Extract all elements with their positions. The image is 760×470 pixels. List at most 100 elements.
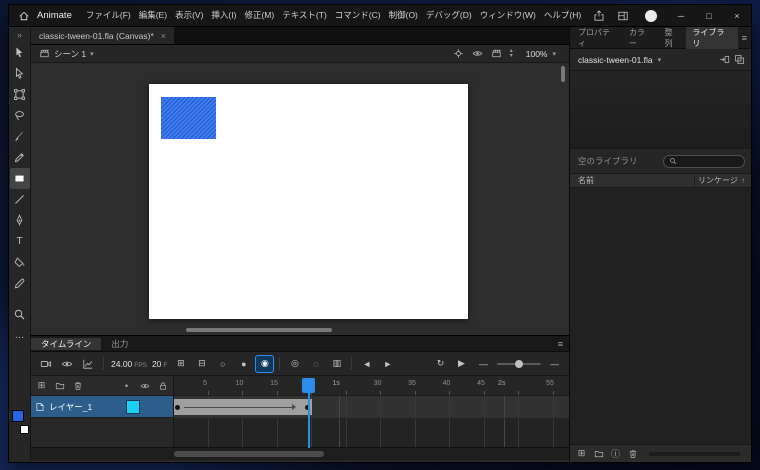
tab-timeline[interactable]: タイムライン [31,338,101,350]
text-tool[interactable]: T [10,231,30,252]
stepper-down-icon[interactable]: ▾ [510,54,513,59]
maximize-button[interactable]: □ [695,5,723,26]
timeline-zoom-slider[interactable] [497,363,541,365]
insert-blank-keyframe-button[interactable]: ○ [214,356,231,372]
stage-h-scrollbar[interactable] [186,328,332,332]
minimize-button[interactable]: ─ [667,5,695,26]
timeline-zoom-in-button[interactable]: — [546,356,563,372]
stage-area[interactable] [31,63,569,335]
rectangle-tool[interactable] [10,168,30,189]
frame-rate-display[interactable]: 24.00 FPS [111,359,147,369]
panel-menu-icon[interactable]: ≡ [738,27,751,48]
delete-layer-button[interactable] [71,381,84,391]
classic-tween-span[interactable] [174,399,312,415]
delete-item-button[interactable] [626,449,639,459]
pin-library-icon[interactable] [719,54,730,65]
prev-keyframe-button[interactable]: ◄ [358,356,375,372]
current-frame-display[interactable]: 20 F [152,359,167,369]
zoom-stepper[interactable]: ▴ ▾ [510,49,513,58]
stroke-color-swatch[interactable] [20,425,29,434]
zoom-level-select[interactable]: 100% ▾ [521,48,561,60]
remove-frame-button[interactable]: ⊟ [193,356,210,372]
auto-keyframe-button[interactable]: ◉ [256,356,273,372]
menu-item-7[interactable]: コマンド(C) [331,5,385,26]
clip-content-icon[interactable] [491,48,502,59]
center-stage-icon[interactable] [453,48,464,59]
show-layers-icon[interactable] [58,356,75,372]
home-icon[interactable] [15,10,33,22]
stage-rectangle[interactable] [161,97,216,139]
new-folder-button[interactable] [53,381,66,391]
close-button[interactable]: × [723,5,751,26]
highlight-column-icon[interactable]: • [120,381,133,391]
timeline-zoom-out-button[interactable]: — [475,356,492,372]
menu-item-3[interactable]: 表示(V) [171,5,207,26]
stage[interactable] [149,84,468,319]
layer-outline-color-swatch[interactable] [127,401,139,413]
onion-skin-outline-button[interactable]: ◌ [307,356,324,372]
play-button[interactable]: ▶ [453,356,470,372]
camera-icon[interactable] [37,356,54,372]
graph-editor-icon[interactable] [79,356,96,372]
panel-menu-icon[interactable]: ≡ [552,336,569,351]
subselection-tool[interactable] [10,63,30,84]
paint-bucket-tool[interactable] [10,252,30,273]
lock-column-icon[interactable] [156,381,169,391]
library-search-input[interactable] [663,155,745,168]
menu-item-6[interactable]: テキスト(T) [278,5,331,26]
close-tab-icon[interactable]: × [161,31,166,41]
library-items-list[interactable] [570,188,752,444]
loop-button[interactable]: ↻ [432,356,449,372]
column-divider[interactable] [694,175,695,186]
new-layer-button[interactable]: ⊞ [35,380,48,391]
tab-output[interactable]: 出力 [101,338,138,350]
collapse-panel-icon[interactable]: » [17,29,22,41]
column-linkage[interactable]: リンケージ [698,175,738,186]
menu-item-8[interactable]: 制御(O) [385,5,422,26]
fill-color-swatch[interactable] [12,410,24,422]
library-document-select[interactable]: classic-tween-01.fla ▾ [570,49,752,71]
layer-name[interactable]: レイヤー_1 [49,401,92,413]
column-name[interactable]: 名前 [578,175,690,186]
zoom-tool[interactable] [10,304,30,325]
keyframe-dot[interactable] [175,405,180,410]
document-tab[interactable]: classic-tween-01.fla (Canvas)* × [31,27,174,44]
menu-item-10[interactable]: ウィンドウ(W) [476,5,540,26]
timeline-h-scrollbar[interactable] [31,447,569,460]
share-icon[interactable] [587,10,611,22]
workspace-icon[interactable] [611,10,635,22]
line-tool[interactable] [10,189,30,210]
tab-color[interactable]: カラー [623,27,659,49]
pencil-tool[interactable] [10,147,30,168]
menu-item-5[interactable]: 修正(M) [240,5,278,26]
eyedropper-tool[interactable] [10,273,30,294]
onion-skin-button[interactable]: ◎ [286,356,303,372]
menu-item-2[interactable]: 編集(E) [135,5,171,26]
account-avatar[interactable] [645,10,657,22]
menu-item-4[interactable]: 挿入(I) [207,5,240,26]
pen-tool[interactable] [10,210,30,231]
insert-keyframe-button[interactable]: ● [235,356,252,372]
tab-library[interactable]: ライブラリ [686,27,737,49]
layer-track[interactable] [174,396,569,418]
new-symbol-button[interactable]: ⊞ [575,448,588,459]
free-transform-tool[interactable] [10,84,30,105]
new-folder-button[interactable] [592,449,605,459]
menu-item-1[interactable]: ファイル(F) [82,5,135,26]
selection-tool[interactable] [10,42,30,63]
visibility-column-icon[interactable] [138,381,151,391]
scene-name[interactable]: シーン 1 [54,48,86,60]
zoom-slider-knob[interactable] [515,360,523,368]
menu-item-9[interactable]: デバッグ(D) [422,5,476,26]
next-keyframe-button[interactable]: ► [379,356,396,372]
edit-multiple-frames-button[interactable]: ▥ [328,356,345,372]
item-properties-button[interactable]: ⓘ [609,447,622,460]
menu-item-11[interactable]: ヘルプ(H) [540,5,585,26]
sort-ascending-icon[interactable]: ↑ [741,176,745,185]
stage-v-scrollbar[interactable] [561,66,565,82]
library-h-scrollbar[interactable] [649,452,740,456]
show-all-icon[interactable] [472,48,483,59]
playhead[interactable] [302,378,315,393]
insert-frame-button[interactable]: ⊞ [172,356,189,372]
timeline-ruler[interactable]: 51015201s303540452s55 [174,376,569,396]
